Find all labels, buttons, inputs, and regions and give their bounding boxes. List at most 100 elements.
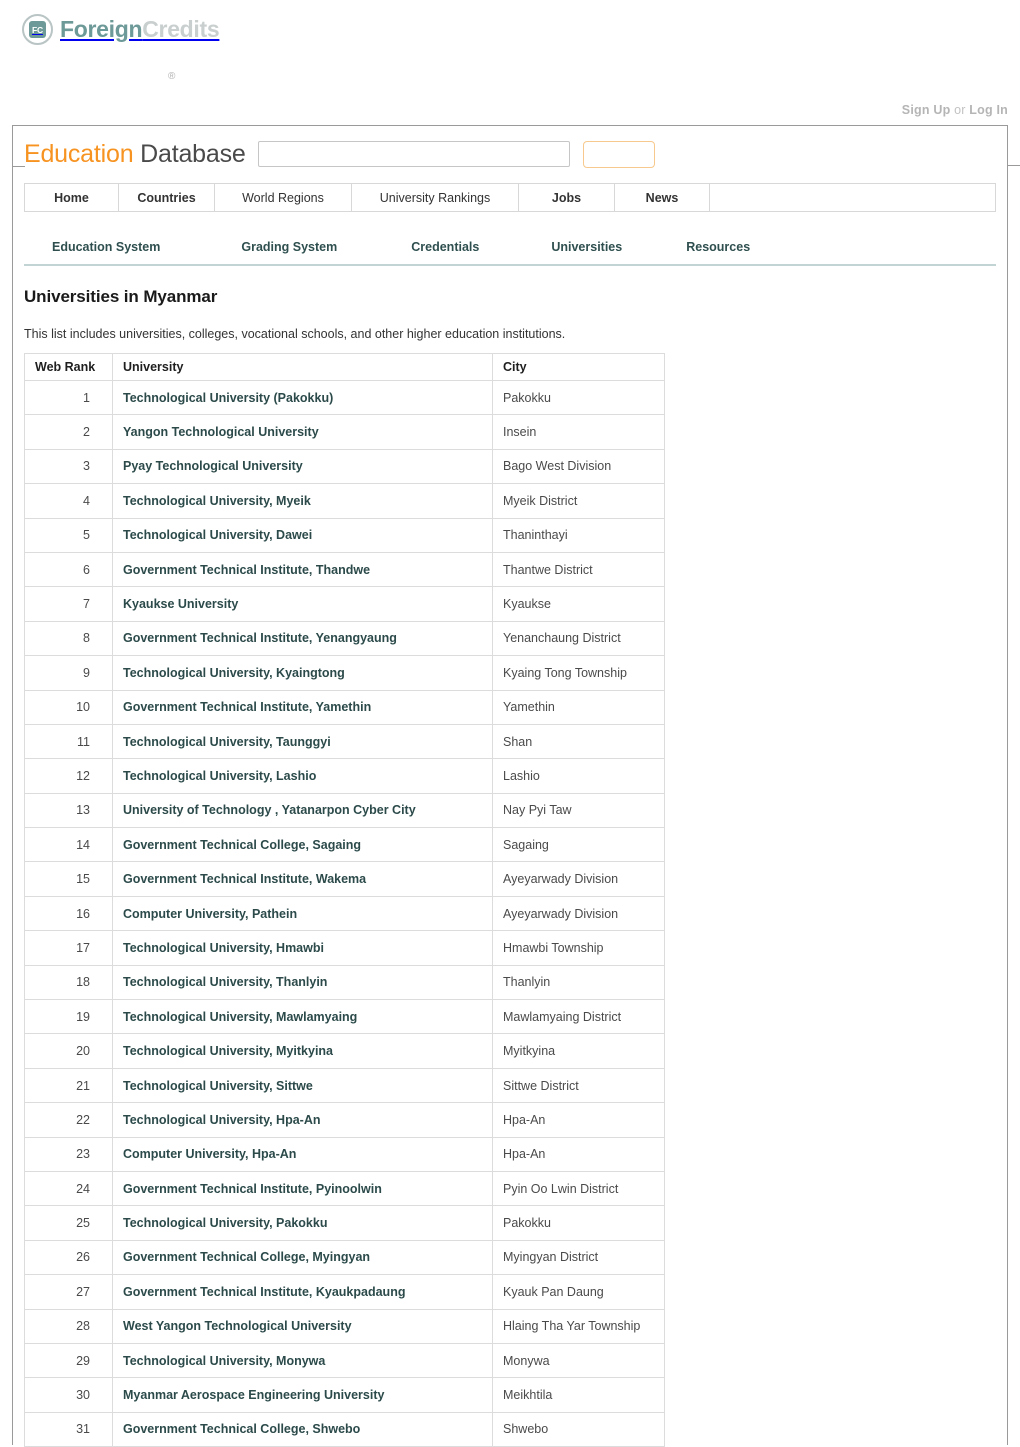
university-link[interactable]: Pyay Technological University <box>123 459 303 473</box>
subnav-item-universities[interactable]: Universities <box>551 240 622 254</box>
cell-city: Ayeyarwady Division <box>492 861 665 897</box>
title-search-row: Education Database <box>13 126 1007 172</box>
nav-item-jobs[interactable]: Jobs <box>519 184 615 211</box>
university-link[interactable]: Government Technical Institute, Yenangya… <box>123 631 397 645</box>
cell-university: Kyaukse University <box>112 586 493 622</box>
cell-university: Government Technical Institute, Yamethin <box>112 689 493 725</box>
cell-city: Thanlyin <box>492 964 665 1001</box>
table-row: 9 Technological University, Kyaingtong Kya… <box>24 655 665 691</box>
university-link[interactable]: Government Technical Institute, Wakema <box>123 872 366 886</box>
university-link[interactable]: Technological University, Mawlamyaing <box>123 1010 357 1024</box>
cell-university: Technological University, Hmawbi <box>112 930 493 966</box>
cell-university: Government Technical College, Sagaing <box>112 827 493 863</box>
university-link[interactable]: Technological University, Kyaingtong <box>123 666 345 680</box>
table-row: 23 Computer University, Hpa-An Hpa-An <box>24 1136 665 1172</box>
cell-web-rank: 30 <box>24 1377 113 1413</box>
university-link[interactable]: Technological University, Sittwe <box>123 1079 313 1093</box>
university-link[interactable]: Government Technical Institute, Kyaukpad… <box>123 1285 405 1299</box>
content-heading: Universities in Myanmar <box>24 287 218 306</box>
table-row: 5 Technological University, Dawei Thaninth… <box>24 517 665 553</box>
university-link[interactable]: Yangon Technological University <box>123 425 319 439</box>
table-row: 21 Technological University, Sittwe Sittwe… <box>24 1067 665 1104</box>
cell-web-rank: 12 <box>24 758 113 794</box>
university-link[interactable]: Technological University, Hmawbi <box>123 941 324 955</box>
subnav-item-grading-system[interactable]: Grading System <box>241 240 337 254</box>
cell-city: Shan <box>492 723 665 760</box>
nav-item-countries[interactable]: Countries <box>119 184 215 211</box>
cell-city: Kyaukse <box>492 586 665 622</box>
university-link[interactable]: West Yangon Technological University <box>123 1319 352 1333</box>
cell-web-rank: 21 <box>24 1067 113 1104</box>
table-row: 22 Technological University, Hpa-An Hpa-An <box>24 1102 665 1138</box>
university-link[interactable]: Government Technical Institute, Pyinoolw… <box>123 1182 382 1196</box>
column-header-university: University <box>112 353 493 381</box>
site-logo[interactable]: FC ForeignCredits <box>22 14 220 45</box>
university-link[interactable]: Technological University (Pakokku) <box>123 391 333 405</box>
log-in-link[interactable]: Log In <box>969 103 1008 117</box>
table-body: 1 Technological University (Pakokku) Pakok… <box>24 379 665 1447</box>
cell-university: Technological University, Kyaingtong <box>112 655 493 691</box>
cell-web-rank: 3 <box>24 448 113 485</box>
university-link[interactable]: Government Technical College, Sagaing <box>123 838 361 852</box>
nav-item-world-regions[interactable]: World Regions <box>215 184 352 211</box>
cell-web-rank: 27 <box>24 1274 113 1310</box>
table-row: 30 Myanmar Aerospace Engineering Universi… <box>24 1377 665 1413</box>
university-link[interactable]: Technological University, Myeik <box>123 494 311 508</box>
cell-city: Myeik District <box>492 483 665 519</box>
university-link[interactable]: Computer University, Hpa-An <box>123 1147 296 1161</box>
university-link[interactable]: Technological University, Pakokku <box>123 1216 327 1230</box>
cell-university: Government Technical Institute, Pyinoolw… <box>112 1170 493 1207</box>
frame-rule-right <box>1008 165 1020 166</box>
nav-item-home[interactable]: Home <box>25 184 119 211</box>
university-link[interactable]: Technological University, Monywa <box>123 1354 325 1368</box>
university-link[interactable]: Technological University, Thanlyin <box>123 975 327 989</box>
page-frame: Education Database Home Countries World … <box>12 125 1008 1447</box>
subnav-item-resources[interactable]: Resources <box>686 240 750 254</box>
sub-navigation: Education System Grading System Credenti… <box>24 240 996 266</box>
table-row: 11 Technological University, Taunggyi Shan <box>24 723 665 760</box>
cell-city: Hmawbi Township <box>492 930 665 966</box>
nav-item-university-rankings[interactable]: University Rankings <box>352 184 519 211</box>
cell-web-rank: 2 <box>24 414 113 450</box>
university-link[interactable]: Computer University, Pathein <box>123 907 297 921</box>
university-link[interactable]: Government Technical College, Myingyan <box>123 1250 370 1264</box>
cell-web-rank: 22 <box>24 1102 113 1138</box>
cell-university: Computer University, Hpa-An <box>112 1136 493 1172</box>
university-link[interactable]: Technological University, Dawei <box>123 528 312 542</box>
university-link[interactable]: Government Technical College, Shwebo <box>123 1422 360 1436</box>
university-link[interactable]: Government Technical Institute, Yamethin <box>123 700 371 714</box>
cell-city: Thantwe District <box>492 551 665 588</box>
table-row: 10 Government Technical Institute, Yameth… <box>24 689 665 725</box>
search-button[interactable] <box>582 140 655 168</box>
nav-item-news[interactable]: News <box>615 184 710 211</box>
table-row: 28 West Yangon Technological University Hl… <box>24 1308 665 1344</box>
table-row: 18 Technological University, Thanlyin Than… <box>24 964 665 1001</box>
cell-web-rank: 18 <box>24 964 113 1001</box>
cell-city: Myingyan District <box>492 1239 665 1276</box>
table-row: 27 Government Technical Institute, Kyaukp… <box>24 1274 665 1310</box>
sign-up-link[interactable]: Sign Up <box>902 103 951 117</box>
cell-university: University of Technology , Yatanarpon Cy… <box>112 792 493 829</box>
subnav-item-education-system[interactable]: Education System <box>52 240 160 254</box>
cell-university: Technological University, Myitkyina <box>112 1033 493 1069</box>
university-link[interactable]: Government Technical Institute, Thandwe <box>123 563 370 577</box>
table-row: 25 Technological University, Pakokku Pakok… <box>24 1205 665 1241</box>
university-link[interactable]: Technological University, Hpa-An <box>123 1113 321 1127</box>
search-input[interactable] <box>257 141 570 167</box>
university-link[interactable]: Technological University, Lashio <box>123 769 316 783</box>
title-word-database: Database <box>140 139 246 168</box>
cell-web-rank: 23 <box>24 1136 113 1172</box>
cell-city: Myitkyina <box>492 1033 665 1069</box>
university-link[interactable]: Kyaukse University <box>123 597 238 611</box>
university-link[interactable]: Technological University, Myitkyina <box>123 1044 333 1058</box>
cell-web-rank: 5 <box>24 517 113 553</box>
table-row: 24 Government Technical Institute, Pyinoo… <box>24 1170 665 1207</box>
subnav-item-credentials[interactable]: Credentials <box>411 240 479 254</box>
nav-filler <box>710 184 995 211</box>
university-link[interactable]: University of Technology , Yatanarpon Cy… <box>123 803 416 817</box>
university-link[interactable]: Myanmar Aerospace Engineering University <box>123 1388 384 1402</box>
university-link[interactable]: Technological University, Taunggyi <box>123 735 331 749</box>
table-row: 17 Technological University, Hmawbi Hmawbi… <box>24 930 665 966</box>
table-row: 8 Government Technical Institute, Yenangy… <box>24 620 665 657</box>
cell-city: Ayeyarwady Division <box>492 895 665 932</box>
